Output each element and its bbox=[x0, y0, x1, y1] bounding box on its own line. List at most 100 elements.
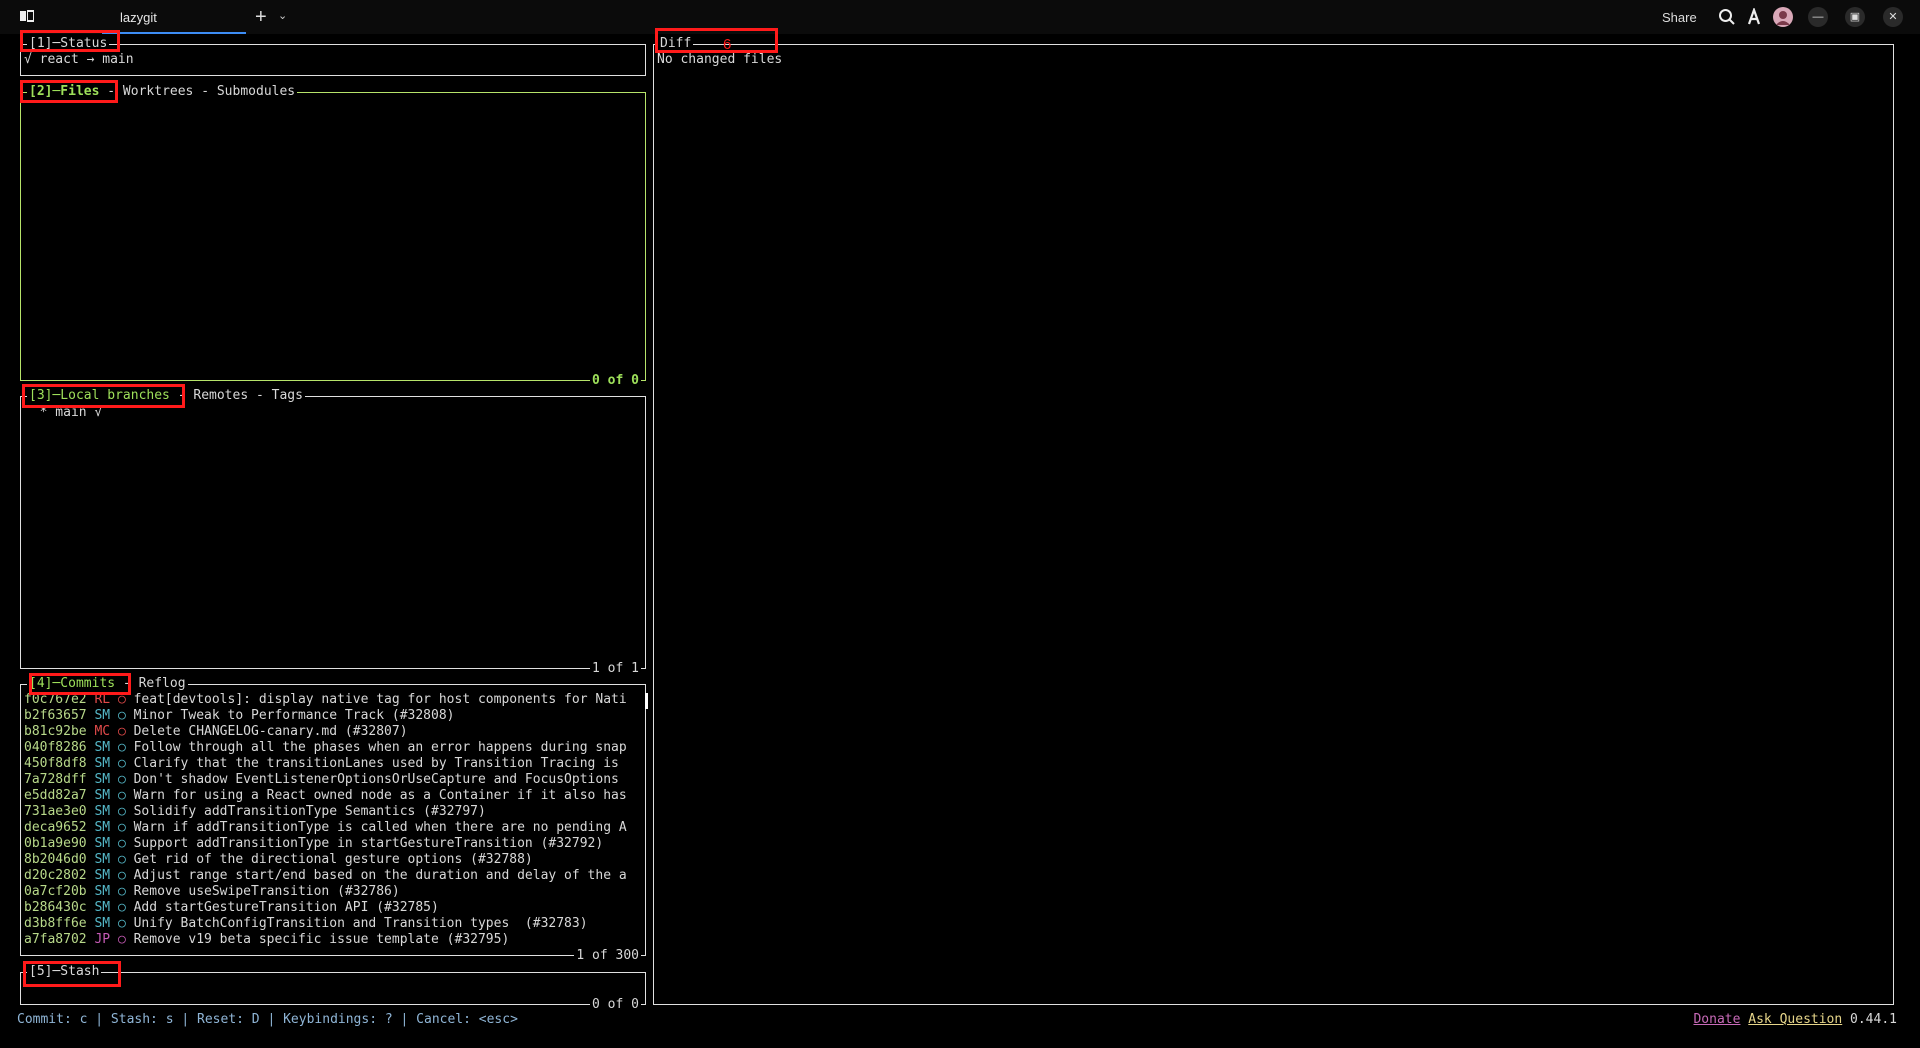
commit-row[interactable]: d20c2802 SM ○ Adjust range start/end bas… bbox=[24, 868, 644, 884]
commit-row[interactable]: b2f63657 SM ○ Minor Tweak to Performance… bbox=[24, 708, 644, 724]
commit-author: JP bbox=[94, 932, 111, 947]
minimize-icon[interactable]: — bbox=[1808, 7, 1828, 27]
highlight-box-files bbox=[20, 80, 118, 103]
commit-marker-icon: ○ bbox=[117, 804, 126, 819]
commit-row[interactable]: 0b1a9e90 SM ○ Support addTransitionType … bbox=[24, 836, 644, 852]
commit-author: MC bbox=[94, 724, 111, 739]
commits-panel-count: 1 of 300 bbox=[574, 948, 641, 964]
commit-hash: 7a728dff bbox=[24, 772, 87, 787]
commit-author: SM bbox=[94, 900, 111, 915]
commit-author: SM bbox=[94, 708, 111, 723]
restore-icon[interactable]: ▣ bbox=[1845, 7, 1865, 27]
diff-panel[interactable]: Diff No changed files bbox=[653, 36, 1894, 1005]
commit-row[interactable]: 450f8df8 SM ○ Clarify that the transitio… bbox=[24, 756, 644, 772]
version-label: 0.44.1 bbox=[1850, 1012, 1897, 1027]
commits-scrollbar[interactable] bbox=[645, 693, 648, 709]
commit-marker-icon: ○ bbox=[117, 740, 126, 755]
commit-marker-icon: ○ bbox=[117, 932, 126, 947]
stash-panel-count: 0 of 0 bbox=[590, 997, 641, 1013]
commit-marker-icon: ○ bbox=[117, 708, 126, 723]
commit-author: SM bbox=[94, 884, 111, 899]
commit-row[interactable]: b286430c SM ○ Add startGestureTransition… bbox=[24, 900, 644, 916]
commit-row[interactable]: 8b2046d0 SM ○ Get rid of the directional… bbox=[24, 852, 644, 868]
commit-hash: 0b1a9e90 bbox=[24, 836, 87, 851]
commit-message: Remove useSwipeTransition (#32786) bbox=[133, 884, 400, 899]
commit-author: SM bbox=[94, 804, 111, 819]
commit-marker-icon: ○ bbox=[117, 884, 126, 899]
commit-hash: d20c2802 bbox=[24, 868, 87, 883]
commit-row[interactable]: 0a7cf20b SM ○ Remove useSwipeTransition … bbox=[24, 884, 644, 900]
commit-row[interactable]: a7fa8702 JP ○ Remove v19 beta specific i… bbox=[24, 932, 644, 948]
highlight-box-stash bbox=[23, 961, 121, 987]
commit-marker-icon: ○ bbox=[117, 724, 126, 739]
commit-message: Get rid of the directional gesture optio… bbox=[133, 852, 533, 867]
window-titlebar: lazygit + ⌄ Share — ▣ ✕ bbox=[0, 0, 1920, 34]
branches-tab-others[interactable]: - Remotes - Tags bbox=[170, 388, 303, 403]
tab-lazygit[interactable]: lazygit bbox=[102, 0, 246, 34]
highlight-box-status bbox=[20, 30, 120, 52]
commit-row[interactable]: deca9652 SM ○ Warn if addTransitionType … bbox=[24, 820, 644, 836]
commit-message: Delete CHANGELOG-canary.md (#32807) bbox=[133, 724, 408, 739]
commit-message: Solidify addTransitionType Semantics (#3… bbox=[133, 804, 486, 819]
commit-message: feat[devtools]: display native tag for h… bbox=[133, 692, 627, 707]
tab-dropdown-icon[interactable]: ⌄ bbox=[278, 9, 287, 22]
share-button[interactable]: Share bbox=[1662, 10, 1697, 25]
search-icon[interactable] bbox=[1718, 8, 1736, 26]
commit-row[interactable]: e5dd82a7 SM ○ Warn for using a React own… bbox=[24, 788, 644, 804]
commit-row[interactable]: d3b8ff6e SM ○ Unify BatchConfigTransitio… bbox=[24, 916, 644, 932]
commit-message: Add startGestureTransition API (#32785) bbox=[133, 900, 439, 915]
branches-panel[interactable]: [3]─Local branches - Remotes - Tags * ma… bbox=[20, 388, 646, 677]
commit-author: SM bbox=[94, 868, 111, 883]
commit-row[interactable]: b81c92be MC ○ Delete CHANGELOG-canary.md… bbox=[24, 724, 644, 740]
commit-author: SM bbox=[94, 788, 111, 803]
commit-marker-icon: ○ bbox=[117, 868, 126, 883]
commit-hash: 0a7cf20b bbox=[24, 884, 87, 899]
commit-author: SM bbox=[94, 772, 111, 787]
commit-message: Minor Tweak to Performance Track (#32808… bbox=[133, 708, 455, 723]
highlight-box-commits bbox=[29, 673, 131, 695]
app-icon bbox=[20, 10, 34, 22]
commit-message: Follow through all the phases when an er… bbox=[133, 740, 627, 755]
commit-author: SM bbox=[94, 756, 111, 771]
commit-hash: e5dd82a7 bbox=[24, 788, 87, 803]
font-icon[interactable] bbox=[1745, 8, 1763, 26]
bottom-links: Donate Ask Question 0.44.1 bbox=[1693, 1012, 1897, 1027]
keybindings-hint: Commit: c | Stash: s | Reset: D | Keybin… bbox=[17, 1012, 518, 1027]
commit-marker-icon: ○ bbox=[117, 772, 126, 787]
commit-message: Don't shadow EventListenerOptionsOrUseCa… bbox=[133, 772, 619, 787]
commit-list[interactable]: f0c767e2 RL ○ feat[devtools]: display na… bbox=[24, 692, 644, 948]
commit-marker-icon: ○ bbox=[117, 820, 126, 835]
files-panel[interactable]: [2]─Files - Worktrees - Submodules 0 of … bbox=[20, 84, 646, 389]
commit-marker-icon: ○ bbox=[117, 836, 126, 851]
commit-hash: b286430c bbox=[24, 900, 87, 915]
commits-panel[interactable]: [4]─Commits - Reflog f0c767e2 RL ○ feat[… bbox=[20, 676, 648, 964]
commit-message: Warn if addTransitionType is called when… bbox=[133, 820, 627, 835]
new-tab-icon[interactable]: + bbox=[255, 6, 267, 29]
commit-message: Adjust range start/end based on the dura… bbox=[133, 868, 627, 883]
commit-message: Support addTransitionType in startGestur… bbox=[133, 836, 604, 851]
commit-hash: a7fa8702 bbox=[24, 932, 87, 947]
close-icon[interactable]: ✕ bbox=[1883, 7, 1903, 27]
files-panel-count: 0 of 0 bbox=[590, 373, 641, 389]
commit-message: Unify BatchConfigTransition and Transiti… bbox=[133, 916, 588, 931]
avatar[interactable] bbox=[1773, 7, 1793, 27]
donate-link[interactable]: Donate bbox=[1693, 1012, 1740, 1027]
commit-author: SM bbox=[94, 916, 111, 931]
commit-hash: 731ae3e0 bbox=[24, 804, 87, 819]
commit-message: Clarify that the transitionLanes used by… bbox=[133, 756, 619, 771]
tab-active-indicator bbox=[102, 32, 246, 34]
commit-message: Warn for using a React owned node as a C… bbox=[133, 788, 627, 803]
ask-question-link[interactable]: Ask Question bbox=[1748, 1012, 1842, 1027]
commit-row[interactable]: 7a728dff SM ○ Don't shadow EventListener… bbox=[24, 772, 644, 788]
status-repo-line: √ react → main bbox=[24, 52, 134, 67]
commit-marker-icon: ○ bbox=[117, 900, 126, 915]
commit-message: Remove v19 beta specific issue template … bbox=[133, 932, 510, 947]
commit-hash: b2f63657 bbox=[24, 708, 87, 723]
commit-marker-icon: ○ bbox=[117, 852, 126, 867]
tab-label: lazygit bbox=[120, 10, 157, 25]
files-tab-others[interactable]: - Worktrees - Submodules bbox=[99, 84, 295, 99]
branches-panel-count: 1 of 1 bbox=[590, 661, 641, 677]
commit-row[interactable]: 040f8286 SM ○ Follow through all the pha… bbox=[24, 740, 644, 756]
commit-marker-icon: ○ bbox=[117, 916, 126, 931]
commit-row[interactable]: 731ae3e0 SM ○ Solidify addTransitionType… bbox=[24, 804, 644, 820]
